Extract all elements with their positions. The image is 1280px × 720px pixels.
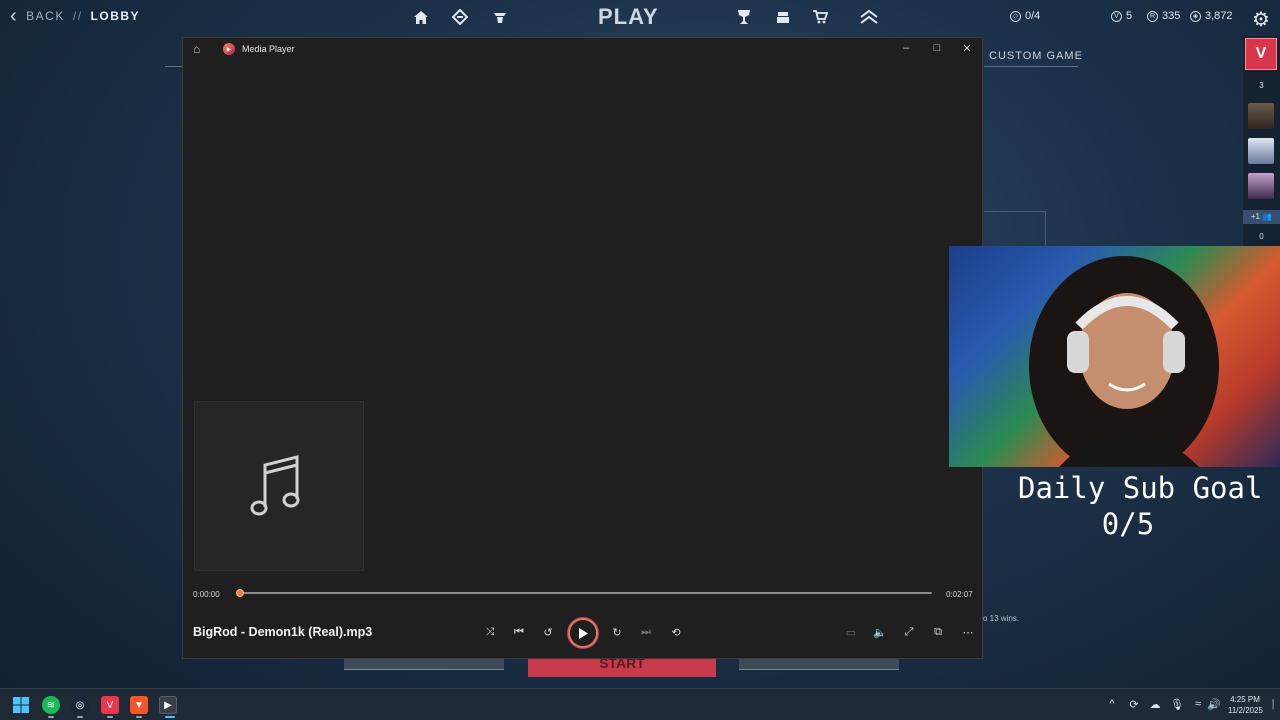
active-indicator bbox=[165, 716, 175, 718]
valorant-points-value: 5 bbox=[1126, 10, 1133, 22]
store-cart-icon[interactable] bbox=[811, 8, 829, 26]
valorant-icon[interactable]: V bbox=[101, 696, 119, 714]
elapsed-time: 0:00:00 bbox=[193, 590, 220, 599]
divider bbox=[984, 66, 1078, 67]
more-friends-badge[interactable]: +1 👥 bbox=[1243, 210, 1280, 224]
lobby-right-button[interactable] bbox=[739, 658, 899, 670]
radianite[interactable]: R 335 bbox=[1147, 10, 1180, 22]
steam-icon[interactable]: ◎ bbox=[71, 696, 89, 714]
captions-icon[interactable]: ▭ bbox=[842, 623, 860, 641]
spotify-icon[interactable]: ≋ bbox=[42, 696, 60, 714]
play-icon bbox=[579, 627, 588, 639]
battlepass-icon[interactable] bbox=[451, 8, 469, 26]
media-player-logo-icon: ▶ bbox=[223, 43, 235, 55]
maximize-icon[interactable]: □ bbox=[930, 42, 944, 54]
valorant-points[interactable]: V 5 bbox=[1111, 10, 1132, 22]
chevron-up-icon[interactable]: ^ bbox=[1105, 698, 1119, 710]
radianite-icon: R bbox=[1147, 10, 1158, 22]
valorant-logo-icon[interactable]: V bbox=[1245, 38, 1277, 70]
sync-icon[interactable]: ⟳ bbox=[1127, 698, 1141, 711]
people-icon: 👥 bbox=[1262, 212, 1273, 221]
play-title[interactable]: PLAY bbox=[598, 4, 659, 30]
window-title: Media Player bbox=[242, 44, 295, 54]
play-button[interactable] bbox=[568, 618, 598, 648]
more-friends-label: +1 bbox=[1250, 212, 1260, 221]
radianite-value: 335 bbox=[1162, 10, 1181, 22]
album-art-placeholder bbox=[194, 401, 364, 571]
vp-value: 3,872 bbox=[1205, 10, 1233, 22]
back-button[interactable]: ‹ BACK // LOBBY bbox=[10, 6, 140, 26]
rank-chevron-icon[interactable] bbox=[860, 8, 878, 26]
close-icon[interactable]: ✕ bbox=[960, 42, 974, 55]
career-icon[interactable] bbox=[735, 8, 753, 26]
media-player-window: ⌂ ▶ Media Player – □ ✕ 0:00:00 0:02:07 B… bbox=[182, 37, 983, 659]
home-icon[interactable] bbox=[412, 8, 430, 26]
taskbar: ≋ ◎ V ▼ ▶ ^ ⟳ ☁ 🎙 ≈ 🔊 4:25 PM 11/2/2025 … bbox=[0, 688, 1280, 720]
breadcrumb-lobby: LOBBY bbox=[90, 9, 141, 23]
system-clock[interactable]: 4:25 PM 11/2/2025 bbox=[1228, 694, 1263, 716]
sub-goal-label: Daily Sub Goal bbox=[1018, 471, 1263, 505]
microphone-icon[interactable]: 🎙 bbox=[1170, 698, 1184, 711]
game-top-bar: ‹ BACK // LOBBY PLAY ◇ 0/4 V 5 R 335 ◈ 3… bbox=[0, 0, 1280, 36]
more-options-icon[interactable]: ⋯ bbox=[959, 623, 977, 641]
running-indicator bbox=[107, 716, 113, 718]
bottom-count: 0 bbox=[1259, 232, 1264, 241]
avatar[interactable] bbox=[1248, 173, 1274, 199]
brave-icon[interactable]: ▼ bbox=[130, 696, 148, 714]
clock-date: 11/2/2025 bbox=[1228, 706, 1263, 715]
fullscreen-icon[interactable]: ⤢ bbox=[900, 623, 918, 641]
streamer-silhouette bbox=[1029, 256, 1219, 467]
social-rail: V 3 +1 👥 0 bbox=[1243, 36, 1280, 246]
speaker-icon[interactable]: 🔊 bbox=[1207, 698, 1221, 711]
lobby-left-button[interactable] bbox=[344, 658, 504, 670]
vp-balance[interactable]: ◈ 3,872 bbox=[1190, 10, 1233, 22]
sub-goal-overlay: Daily Sub Goal 0/5 bbox=[1018, 470, 1280, 542]
kingdom-credits-value: 0/4 bbox=[1025, 10, 1041, 22]
start-button[interactable]: START bbox=[528, 656, 716, 677]
vp-icon: ◈ bbox=[1190, 10, 1201, 22]
volume-icon[interactable]: 🔈 bbox=[871, 623, 889, 641]
running-indicator bbox=[77, 716, 83, 718]
back-label: BACK bbox=[26, 9, 65, 23]
minimize-icon[interactable]: – bbox=[899, 42, 913, 54]
notification-icon[interactable]: | bbox=[1266, 698, 1280, 710]
total-duration: 0:02:07 bbox=[946, 590, 973, 599]
webcam-feed bbox=[949, 246, 1280, 467]
tab-custom-game[interactable]: CUSTOM GAME bbox=[989, 50, 1083, 62]
forward-30-icon[interactable]: ↻ bbox=[608, 623, 626, 641]
rewind-10-icon[interactable]: ↺ bbox=[539, 623, 557, 641]
title-bar: ⌂ ▶ Media Player – □ ✕ bbox=[183, 38, 982, 60]
track-title: BigRod - Demon1k (Real).mp3 bbox=[193, 625, 373, 639]
kingdom-credits[interactable]: ◇ 0/4 bbox=[1010, 10, 1040, 22]
music-note-icon bbox=[250, 455, 300, 516]
running-indicator bbox=[48, 716, 54, 718]
gear-icon[interactable]: ⚙ bbox=[1252, 7, 1270, 32]
seek-handle[interactable] bbox=[236, 589, 244, 597]
lobby-panel-frame bbox=[984, 211, 1046, 247]
wifi-icon[interactable]: ≈ bbox=[1191, 698, 1205, 710]
kingdom-credits-icon: ◇ bbox=[1010, 10, 1021, 22]
windows-start-icon[interactable] bbox=[12, 696, 30, 714]
next-icon[interactable]: ⏭ bbox=[637, 623, 655, 641]
collection-icon[interactable] bbox=[774, 8, 792, 26]
agents-icon[interactable] bbox=[491, 8, 509, 26]
media-player-taskbar-icon[interactable]: ▶ bbox=[159, 696, 177, 714]
running-indicator bbox=[136, 716, 142, 718]
sub-goal-count: 0/5 bbox=[1101, 507, 1155, 541]
avatar[interactable] bbox=[1248, 138, 1274, 164]
home-icon[interactable]: ⌂ bbox=[193, 42, 200, 56]
cloud-icon[interactable]: ☁ bbox=[1148, 698, 1162, 711]
lobby-hint-text: o 13 wins. bbox=[983, 614, 1020, 623]
chevron-left-icon: ‹ bbox=[10, 5, 19, 27]
valorant-points-icon: V bbox=[1111, 10, 1122, 22]
clock-time: 4:25 PM bbox=[1230, 695, 1260, 704]
breadcrumb-separator: // bbox=[72, 9, 83, 23]
shuffle-icon[interactable]: ⤨ bbox=[481, 623, 499, 641]
party-count: 3 bbox=[1259, 81, 1264, 90]
mini-player-icon[interactable]: ⧉ bbox=[929, 623, 947, 641]
avatar[interactable] bbox=[1248, 103, 1274, 129]
previous-icon[interactable]: ⏮ bbox=[510, 623, 528, 641]
repeat-off-icon[interactable]: ⟲ bbox=[667, 623, 685, 641]
seek-bar[interactable] bbox=[238, 592, 932, 594]
